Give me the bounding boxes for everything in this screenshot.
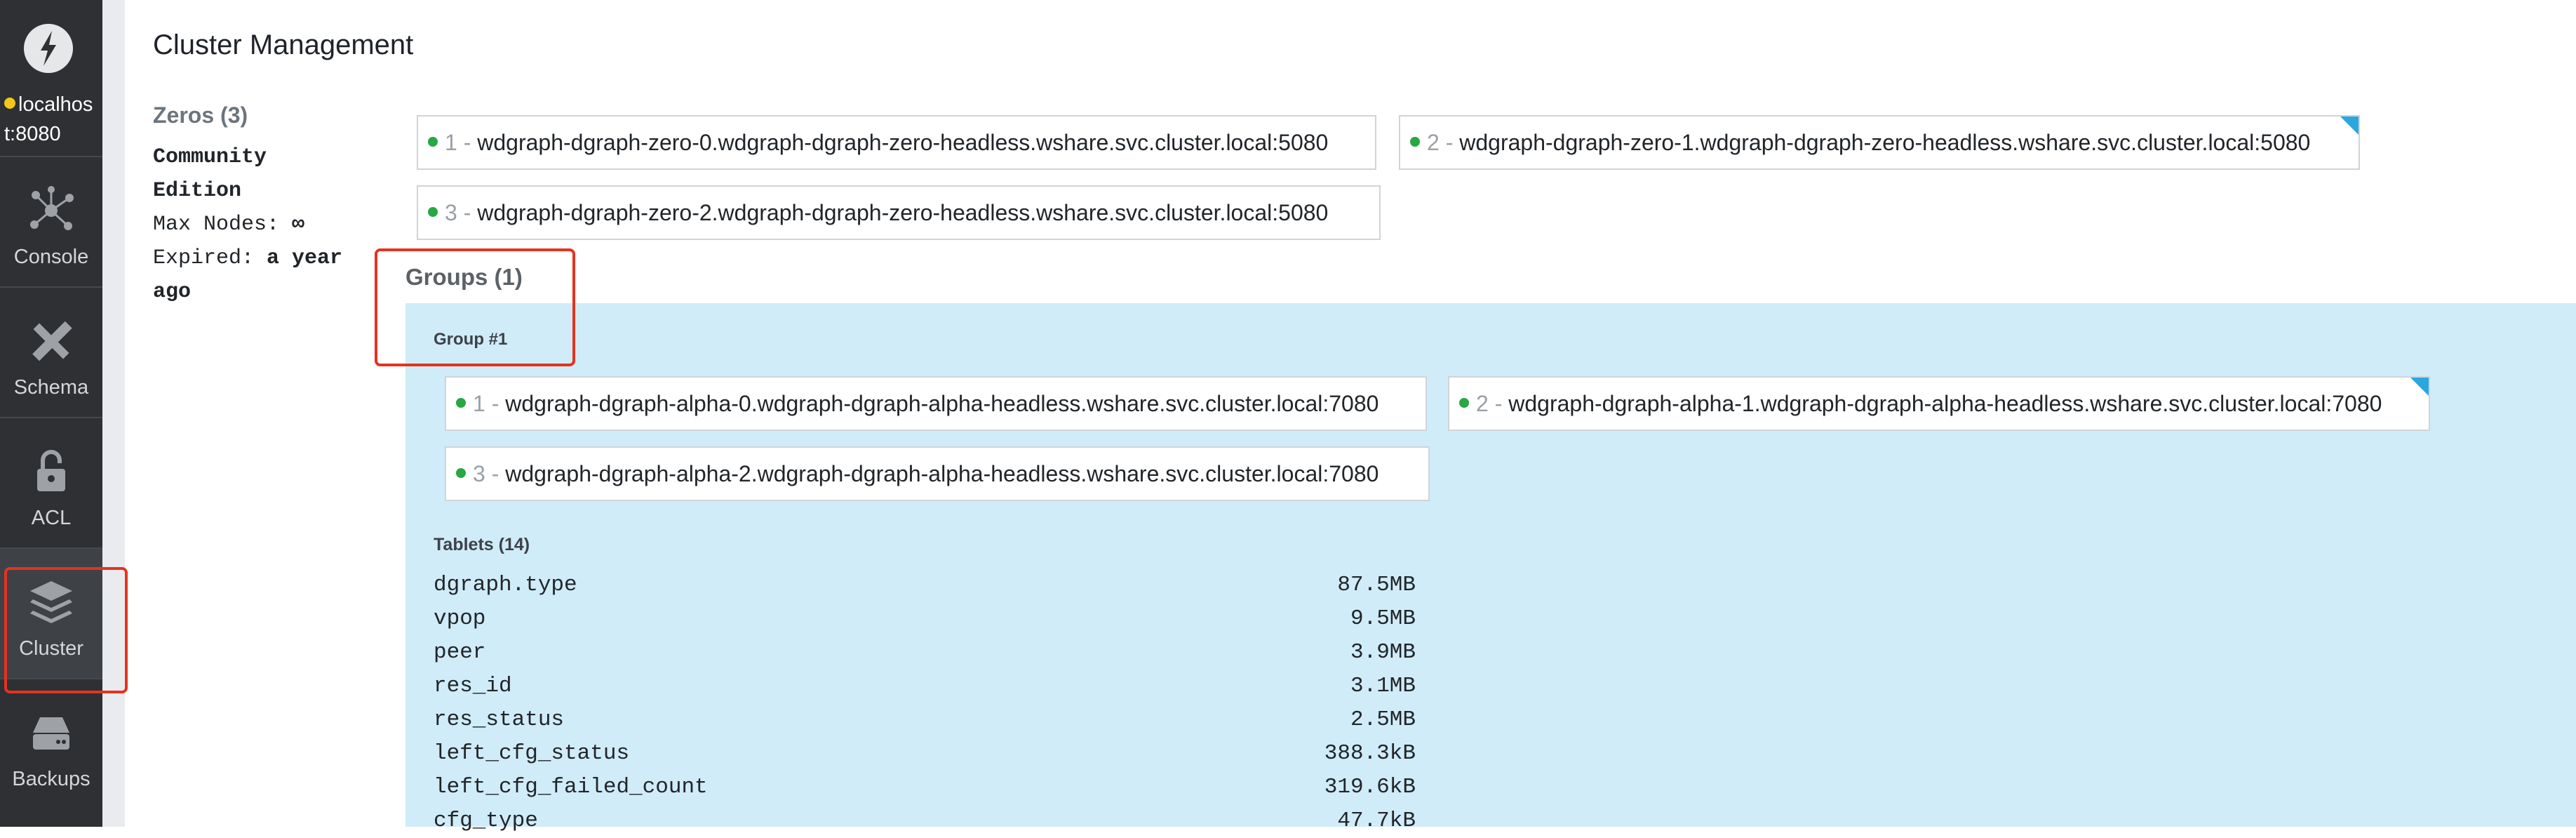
sidebar-item-schema[interactable]: Schema bbox=[0, 286, 102, 417]
page-title: Cluster Management bbox=[153, 29, 414, 60]
group-panel: Group #1 1 - wdgraph-dgraph-alpha-0.wdgr… bbox=[405, 303, 2576, 833]
leader-marker-icon bbox=[2410, 378, 2429, 396]
healthy-status-dot bbox=[1410, 137, 1420, 147]
zeros-heading: Zeros (3) bbox=[153, 102, 248, 128]
schema-icon bbox=[32, 321, 72, 361]
healthy-status-dot bbox=[428, 137, 438, 147]
tablet-row: left_cfg_failed_count 319.6kB bbox=[434, 775, 1416, 799]
tablet-row: res_status 2.5MB bbox=[434, 707, 1416, 732]
leader-marker-icon bbox=[2340, 117, 2359, 135]
groups-highlight-annotation bbox=[375, 248, 575, 366]
tablet-row: left_cfg_status 388.3kB bbox=[434, 741, 1416, 766]
zero-node-card[interactable]: 2 - wdgraph-dgraph-zero-1.wdgraph-dgraph… bbox=[1399, 115, 2360, 170]
sidebar-item-backups[interactable]: Backups bbox=[0, 678, 102, 809]
healthy-status-dot bbox=[1459, 398, 1469, 408]
tablet-row: vpop 9.5MB bbox=[434, 606, 1416, 631]
alpha-node-card[interactable]: 1 - wdgraph-dgraph-alpha-0.wdgraph-dgrap… bbox=[445, 376, 1427, 431]
healthy-status-dot bbox=[456, 398, 466, 408]
zero-node-card[interactable]: 3 - wdgraph-dgraph-zero-2.wdgraph-dgraph… bbox=[417, 185, 1381, 240]
server-selector[interactable]: localhos t:8080 bbox=[0, 0, 102, 160]
sidebar: localhos t:8080 Console Schema ACL Clust… bbox=[0, 0, 125, 827]
main-content: Cluster Management Zeros (3) Community E… bbox=[125, 0, 2576, 833]
alpha-node-card[interactable]: 2 - wdgraph-dgraph-alpha-1.wdgraph-dgrap… bbox=[1448, 376, 2430, 431]
cluster-highlight-annotation bbox=[4, 567, 128, 693]
zero-node-card[interactable]: 1 - wdgraph-dgraph-zero-0.wdgraph-dgraph… bbox=[417, 115, 1376, 170]
tablet-row: cfg_type 47.7kB bbox=[434, 809, 1416, 833]
sidebar-item-acl[interactable]: ACL bbox=[0, 417, 102, 547]
sidebar-gutter bbox=[102, 0, 125, 827]
healthy-status-dot bbox=[456, 468, 466, 478]
drive-icon bbox=[33, 717, 69, 750]
tablet-row: peer 3.9MB bbox=[434, 640, 1416, 665]
server-address-cont: t:8080 bbox=[4, 123, 61, 145]
tablets-heading: Tablets (14) bbox=[434, 535, 530, 554]
console-icon bbox=[30, 186, 74, 230]
server-address: localhos bbox=[4, 90, 102, 119]
license-info: Community Edition Max Nodes: ∞ Expired: … bbox=[153, 145, 343, 304]
unlock-icon bbox=[37, 450, 65, 491]
tablet-row: res_id 3.1MB bbox=[434, 674, 1416, 698]
healthy-status-dot bbox=[428, 207, 438, 217]
server-status-dot bbox=[4, 98, 15, 109]
sidebar-item-console[interactable]: Console bbox=[0, 156, 102, 286]
alpha-node-card[interactable]: 3 - wdgraph-dgraph-alpha-2.wdgraph-dgrap… bbox=[445, 446, 1430, 501]
dgraph-logo-icon bbox=[24, 24, 73, 73]
tablet-row: dgraph.type 87.5MB bbox=[434, 573, 1416, 597]
